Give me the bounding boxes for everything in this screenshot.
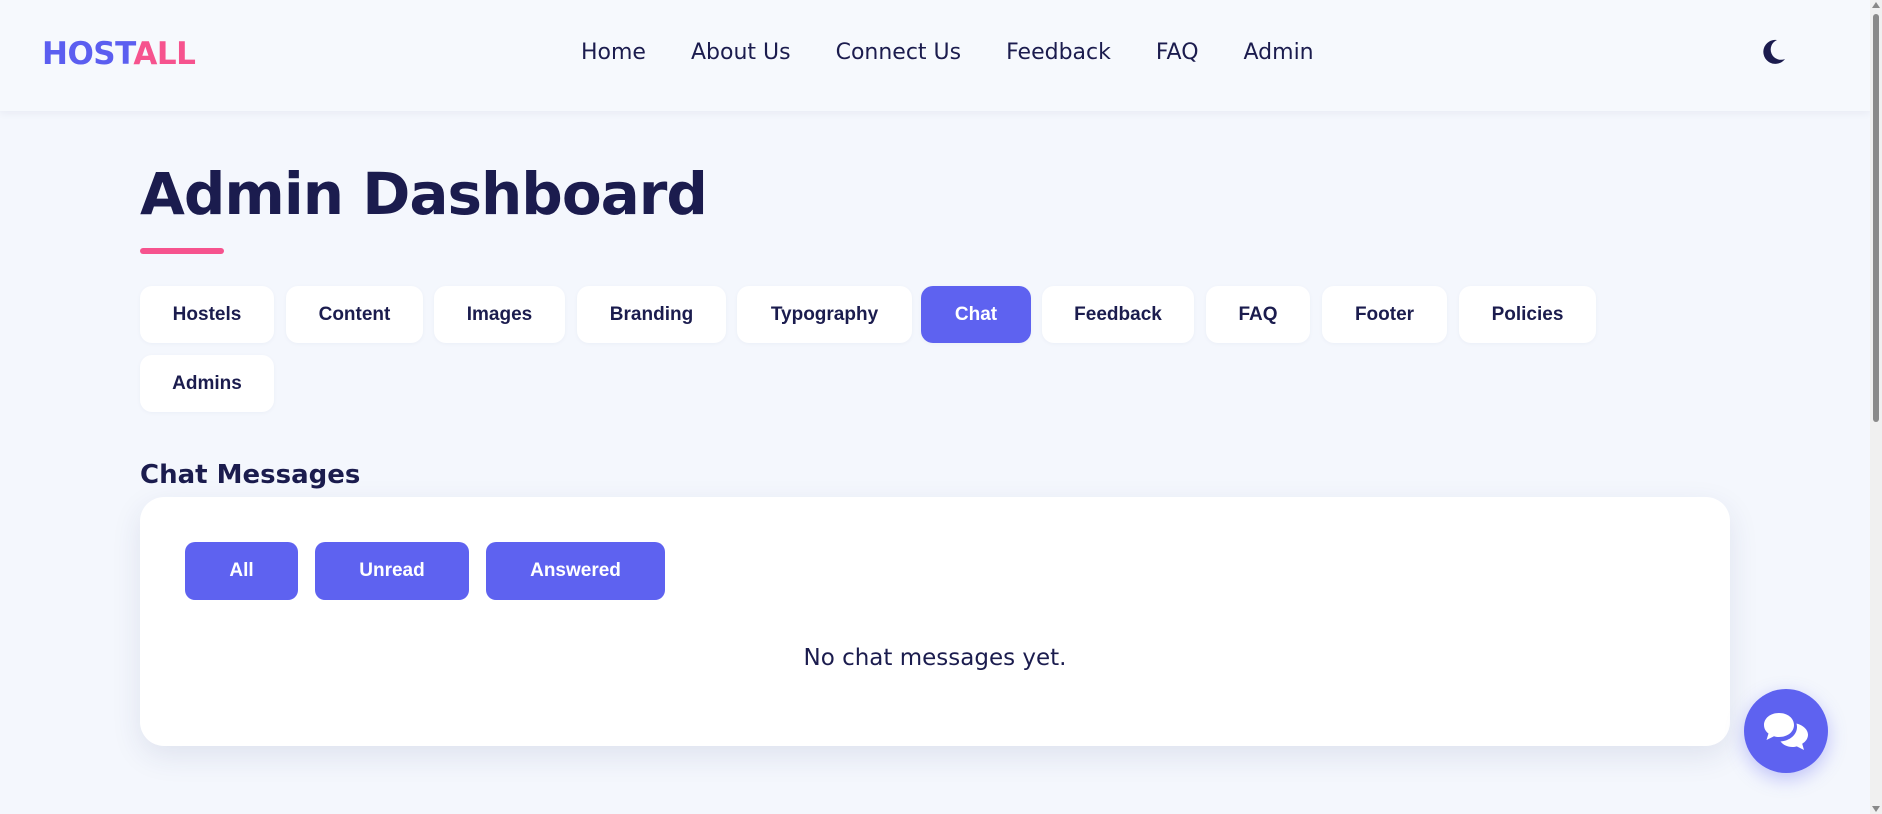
logo-all-text: ALL [133, 36, 196, 72]
section-title: Chat Messages [140, 460, 361, 490]
nav-faq[interactable]: FAQ [1156, 40, 1199, 65]
tab-typography[interactable]: Typography [737, 286, 912, 343]
filter-unread-button[interactable]: Unread [315, 542, 469, 600]
tab-chat[interactable]: Chat [921, 286, 1031, 343]
nav-about-us[interactable]: About Us [691, 40, 791, 65]
tab-feedback[interactable]: Feedback [1042, 286, 1194, 343]
filter-answered-button[interactable]: Answered [486, 542, 665, 600]
chat-widget-button[interactable] [1744, 689, 1828, 773]
nav-admin[interactable]: Admin [1244, 40, 1314, 65]
scroll-down-arrow[interactable] [1872, 806, 1880, 812]
tab-faq[interactable]: FAQ [1206, 286, 1310, 343]
tab-policies[interactable]: Policies [1459, 286, 1596, 343]
title-underline [140, 248, 224, 254]
filter-all-button[interactable]: All [185, 542, 298, 600]
theme-toggle-button[interactable] [1758, 36, 1790, 68]
scroll-up-arrow[interactable] [1872, 2, 1880, 8]
tab-images[interactable]: Images [434, 286, 565, 343]
scrollbar-thumb[interactable] [1873, 14, 1879, 422]
tab-content[interactable]: Content [286, 286, 423, 343]
main-nav: Home About Us Connect Us Feedback FAQ Ad… [581, 40, 1359, 65]
logo-host-text: HOST [42, 36, 134, 72]
page-scrollbar[interactable] [1870, 0, 1882, 814]
chat-bubbles-icon [1764, 713, 1808, 750]
moon-icon [1763, 39, 1785, 64]
nav-feedback[interactable]: Feedback [1006, 40, 1111, 65]
tab-admins[interactable]: Admins [140, 355, 274, 412]
tab-hostels[interactable]: Hostels [140, 286, 274, 343]
tab-footer[interactable]: Footer [1322, 286, 1447, 343]
empty-state-message: No chat messages yet. [803, 645, 1067, 671]
nav-connect-us[interactable]: Connect Us [836, 40, 962, 65]
chat-messages-card: All Unread Answered No chat messages yet… [140, 497, 1730, 746]
tab-branding[interactable]: Branding [577, 286, 726, 343]
page-title: Admin Dashboard [140, 160, 708, 228]
top-navbar: HOSTALL Home About Us Connect Us Feedbac… [0, 0, 1870, 111]
nav-home[interactable]: Home [581, 40, 646, 65]
logo[interactable]: HOSTALL [42, 36, 196, 72]
